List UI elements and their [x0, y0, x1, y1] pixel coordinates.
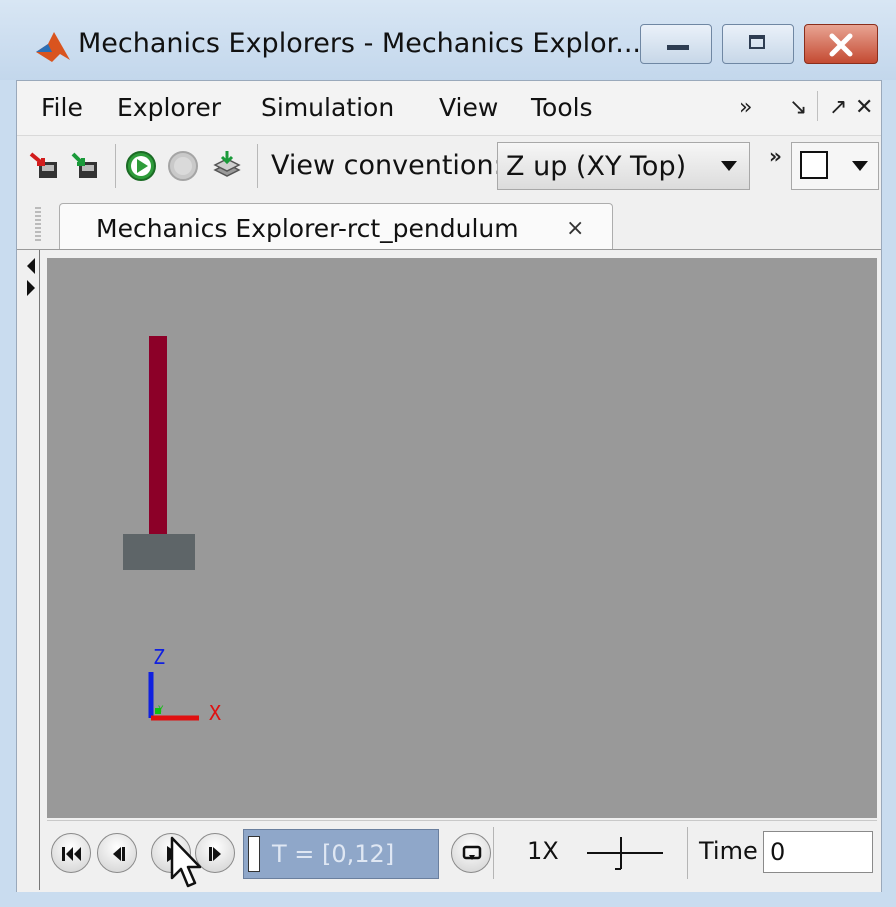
- pendulum-rod: [149, 336, 167, 536]
- view-frame-select[interactable]: [791, 142, 879, 190]
- explorer-frame: File Explorer Simulation View Tools » ↘ …: [16, 80, 882, 892]
- menu-file[interactable]: File: [41, 93, 83, 122]
- skip-back-icon: [62, 847, 81, 861]
- menu-tools[interactable]: Tools: [531, 93, 593, 122]
- chevron-down-icon: [852, 161, 868, 171]
- axis-z-label: Z: [153, 645, 165, 669]
- axis-x-label: X: [209, 701, 221, 725]
- maximize-icon: [749, 35, 765, 49]
- axis-y-label: Y: [158, 705, 164, 715]
- step-back-button[interactable]: [97, 833, 137, 873]
- view-convention-label: View convention:: [271, 150, 503, 181]
- step-forward-icon: [209, 847, 221, 861]
- undock-button[interactable]: ↘: [789, 95, 807, 120]
- time-value: 0: [770, 838, 786, 866]
- loop-button[interactable]: [451, 833, 491, 873]
- matlab-logo-icon: [36, 32, 70, 62]
- toolbar: View convention: Z up (XY Top) »: [17, 136, 881, 196]
- view-convention-value: Z up (XY Top): [506, 151, 687, 182]
- tab-rct-pendulum[interactable]: Mechanics Explorer-rct_pendulum ×: [59, 203, 613, 251]
- toolbar-separator: [115, 144, 116, 188]
- stop-icon[interactable]: [167, 150, 199, 182]
- toolbar-overflow-button[interactable]: »: [769, 144, 782, 168]
- menu-simulation[interactable]: Simulation: [261, 93, 394, 122]
- chevron-down-icon: [721, 161, 737, 171]
- title-bar: Mechanics Explorers - Mechanics Explor..…: [0, 0, 896, 80]
- tab-label: Mechanics Explorer-rct_pendulum: [96, 214, 519, 243]
- pendulum-base: [123, 534, 195, 570]
- dock-button[interactable]: ↗: [829, 95, 847, 120]
- 3d-viewport[interactable]: Z X Y: [47, 258, 877, 818]
- time-input[interactable]: 0: [763, 831, 873, 873]
- side-panel-toggle-icon[interactable]: [25, 254, 37, 302]
- toolbar-separator: [257, 144, 258, 188]
- speed-slider[interactable]: [587, 833, 663, 873]
- close-icon: [829, 33, 853, 57]
- tree-pane-divider[interactable]: [39, 250, 40, 890]
- time-range-slider[interactable]: T = [0,12]: [243, 829, 439, 879]
- menu-overflow-button[interactable]: »: [739, 95, 752, 120]
- menu-bar: File Explorer Simulation View Tools » ↘ …: [17, 81, 881, 136]
- step-back-icon: [113, 847, 125, 861]
- close-panel-button[interactable]: ✕: [855, 95, 873, 120]
- minimize-icon: [667, 45, 689, 50]
- rewind-to-start-button[interactable]: [51, 833, 91, 873]
- time-range-label: T = [0,12]: [272, 840, 395, 868]
- import-green-icon[interactable]: [69, 150, 101, 182]
- loop-icon: [462, 845, 482, 860]
- close-window-button[interactable]: [804, 24, 878, 64]
- minimize-button[interactable]: [640, 24, 712, 64]
- import-red-icon[interactable]: [29, 150, 61, 182]
- maximize-button[interactable]: [722, 24, 794, 64]
- step-layers-icon[interactable]: [211, 150, 243, 182]
- tab-close-button[interactable]: ×: [566, 216, 584, 241]
- window-title: Mechanics Explorers - Mechanics Explor..…: [78, 28, 641, 59]
- playbar-separator: [493, 827, 494, 879]
- menu-divider: [817, 91, 818, 121]
- time-label: Time: [699, 837, 758, 865]
- playbar-separator: [687, 827, 688, 879]
- viewer-panel: Z X Y T = [0,12] 1X Time 0: [17, 249, 881, 892]
- playback-speed-label: 1X: [527, 837, 559, 865]
- tab-row: Mechanics Explorer-rct_pendulum ×: [17, 197, 881, 251]
- view-convention-select[interactable]: Z up (XY Top): [497, 142, 750, 190]
- mouse-pointer-icon: [170, 836, 202, 888]
- menu-view[interactable]: View: [439, 93, 498, 122]
- menu-explorer[interactable]: Explorer: [117, 93, 221, 122]
- axis-triad: Z X Y: [148, 645, 221, 725]
- drag-grip-icon[interactable]: [35, 207, 41, 241]
- slider-thumb[interactable]: [248, 836, 260, 872]
- run-icon[interactable]: [125, 150, 157, 182]
- square-icon: [800, 151, 828, 179]
- application-window: Mechanics Explorers - Mechanics Explor..…: [0, 0, 896, 907]
